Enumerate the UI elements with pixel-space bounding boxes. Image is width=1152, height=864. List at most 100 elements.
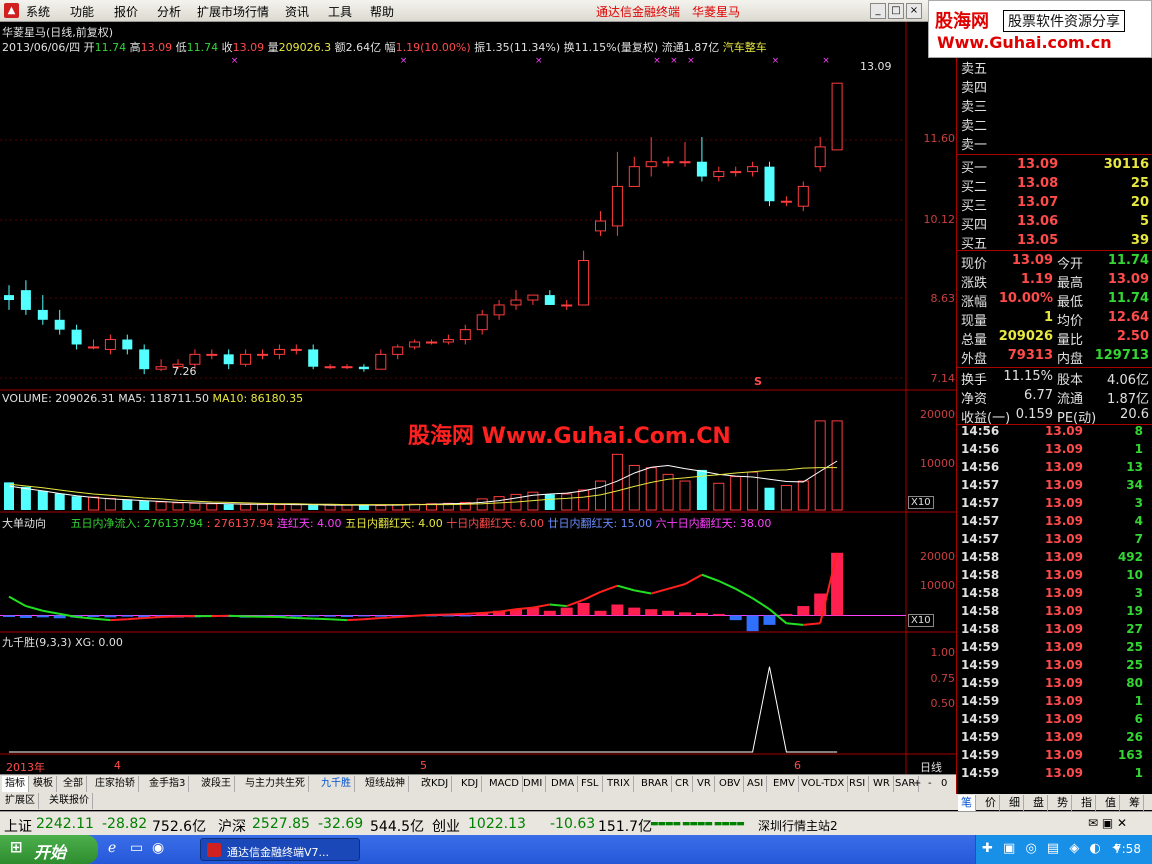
menu-analysis[interactable]: 分析 (157, 3, 181, 20)
indicator-tab[interactable]: DMI (520, 776, 547, 792)
indicator-tab[interactable]: TRIX (604, 776, 634, 792)
bid-row[interactable]: 买二 13.08 25 (957, 176, 1152, 195)
flow-line-segment (110, 618, 128, 622)
minimize-icon[interactable]: _ (870, 3, 886, 19)
menu-news[interactable]: 资讯 (285, 3, 309, 20)
flow-line-segment (296, 616, 314, 620)
tick-volume: 25 (1126, 658, 1143, 672)
indicator-tab[interactable]: VOL-TDX (798, 776, 849, 792)
candle-body (628, 166, 640, 187)
indicator-tab[interactable]: 庄家抬轿 (92, 776, 139, 792)
tab-extension-area[interactable]: 扩展区 (2, 793, 39, 809)
sector-label[interactable]: 汽车整车 (723, 41, 767, 54)
bid-row[interactable]: 买一 13.09 30116 (957, 157, 1152, 176)
flow-streak: 连红天: 4.00 (276, 517, 342, 530)
quicklaunch-ie-icon[interactable]: ℯ (108, 840, 116, 856)
side-tab[interactable]: 价 (982, 795, 1000, 811)
bid-row[interactable]: 买五 13.05 39 (957, 233, 1152, 252)
xg-line (9, 666, 838, 753)
menu-extended-market[interactable]: 扩展市场行情 (197, 3, 269, 20)
tick-price: 13.09 (1045, 514, 1083, 528)
ask-row[interactable]: 卖四 (957, 77, 1152, 96)
volume-bar (54, 493, 65, 510)
time-axis-year: 2013年 (6, 761, 45, 774)
bid-row[interactable]: 买三 13.07 20 (957, 195, 1152, 214)
quicklaunch-media-icon[interactable]: ◉ (152, 840, 164, 856)
ask-row[interactable]: 卖一 (957, 134, 1152, 153)
close-icon[interactable]: × (906, 3, 922, 19)
side-tab[interactable]: 势 (1054, 795, 1072, 811)
indicator-tab[interactable]: 与主力共生死 (242, 776, 309, 792)
indicator-tab[interactable]: EMV (770, 776, 799, 792)
menu-function[interactable]: 功能 (70, 3, 94, 20)
period-label[interactable]: 日线 (920, 759, 942, 775)
ask-row[interactable]: 卖三 (957, 96, 1152, 115)
candle-body (611, 185, 623, 227)
tick-row: 14:59 13.09 1 (957, 766, 1152, 783)
tab-control-button[interactable]: - (925, 776, 935, 792)
indicator-tab[interactable]: RSI (846, 776, 870, 792)
indicator-tab[interactable]: 波段王 (198, 776, 235, 792)
volume-bar (578, 489, 590, 511)
tab-control-button[interactable]: 0 (938, 776, 950, 792)
chart-area[interactable]: × × × × × × × × 华菱星马(日线,前复权) 2013/06/06/四 开11.7… (0, 22, 956, 774)
volume-scale-label: X10 (908, 496, 934, 509)
menu-quote[interactable]: 报价 (114, 3, 138, 20)
indicator-tab[interactable]: OBV (716, 776, 745, 792)
indicator-tab[interactable]: ASI (744, 776, 768, 792)
indicator-tab[interactable]: 九千胜 (318, 776, 355, 792)
turnover-label: 换 (563, 41, 575, 54)
tray-icons[interactable]: ✚ ▣ ◎ ▤ ◈ ◐ ✦ (982, 841, 1125, 856)
indicator-tab[interactable]: FSL (578, 776, 603, 792)
tick-volume: 25 (1126, 640, 1143, 654)
indicator-tab[interactable]: 模板 (30, 776, 57, 792)
volume-axis-tick: 10000 (920, 457, 955, 470)
sh-index: 2242.11 (36, 816, 94, 832)
indicator-tab[interactable]: 全部 (60, 776, 87, 792)
indicator-tab[interactable]: BRAR (638, 776, 673, 792)
candle-body (561, 304, 573, 307)
indicator-tab[interactable]: MACD (486, 776, 523, 792)
side-tab[interactable]: 指 (1078, 795, 1096, 811)
indicator-tab[interactable]: 指标 (2, 776, 29, 792)
flow-line-segment (8, 595, 27, 607)
candle-body (814, 146, 826, 168)
side-tab[interactable]: 筹 (1126, 795, 1144, 811)
quote-value: 13.09 (1107, 272, 1149, 287)
event-marker: × (653, 56, 661, 66)
quote-value: 20.6 (1120, 407, 1149, 422)
indicator-tab[interactable]: CR (672, 776, 693, 792)
side-tab[interactable]: 细 (1006, 795, 1024, 811)
indicator-tab[interactable]: WR (870, 776, 894, 792)
tab-related-quote[interactable]: 关联报价 (46, 793, 93, 809)
menu-tools[interactable]: 工具 (328, 3, 352, 20)
indicator-tab[interactable]: 短线战神 (362, 776, 409, 792)
candle-body (4, 295, 14, 301)
menu-system[interactable]: 系统 (26, 3, 50, 20)
maximize-icon[interactable]: □ (888, 3, 904, 19)
indicator-tab[interactable]: 改KDJ (418, 776, 453, 792)
side-tab[interactable]: 盘 (1030, 795, 1048, 811)
tab-control-button[interactable]: + (910, 776, 924, 792)
menu-help[interactable]: 帮助 (370, 3, 394, 20)
taskbar-app-button[interactable]: 通达信金融终端V7... (200, 838, 360, 861)
flow-bar (341, 615, 353, 618)
tick-price: 13.09 (1045, 460, 1083, 474)
side-tab[interactable]: 笔 (958, 795, 976, 811)
indicator-tab[interactable]: VR (694, 776, 715, 792)
tick-volume: 8 (1134, 424, 1143, 438)
tick-price: 13.09 (1045, 442, 1083, 456)
indicator-tab[interactable]: DMA (548, 776, 579, 792)
volume-bar (645, 467, 657, 511)
tick-time: 14:57 (961, 532, 1000, 546)
ask-row[interactable]: 卖五 (957, 58, 1152, 77)
quicklaunch-desktop-icon[interactable]: ▭ (130, 840, 143, 856)
ask-row[interactable]: 卖二 (957, 115, 1152, 134)
side-tab[interactable]: 值 (1102, 795, 1120, 811)
extension-tabs: 扩展区 关联报价 (0, 792, 956, 810)
tick-row: 14:58 13.09 27 (957, 622, 1152, 639)
indicator-tab[interactable]: 金手指3 (146, 776, 190, 792)
start-button[interactable]: ⊞ 开始 (0, 835, 98, 864)
bid-row[interactable]: 买四 13.06 5 (957, 214, 1152, 233)
indicator-tab[interactable]: KDJ (458, 776, 483, 792)
